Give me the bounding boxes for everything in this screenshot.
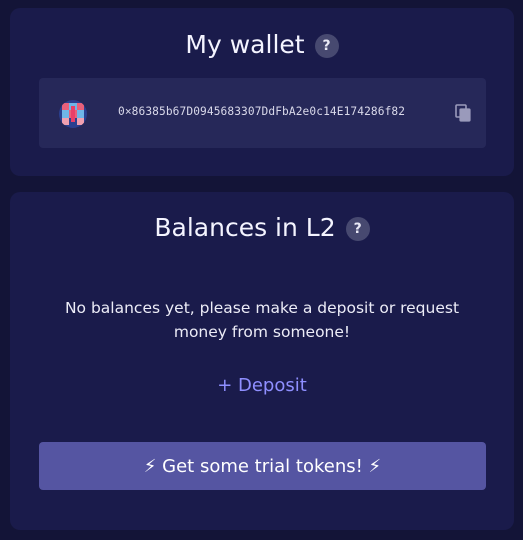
get-trial-tokens-button[interactable]: ⚡ Get some trial tokens! ⚡	[39, 442, 486, 490]
copy-icon[interactable]	[454, 104, 472, 122]
help-icon[interactable]: ?	[314, 33, 339, 58]
balances-card: Balances in L2 ? No balances yet, please…	[10, 192, 514, 530]
wallet-header: My wallet ?	[10, 26, 514, 62]
blockie-avatar-icon	[59, 100, 87, 128]
help-icon[interactable]: ?	[345, 216, 370, 241]
wallet-address-box: 0×86385b67D0945683307DdFbA2e0c14E174286f…	[39, 78, 486, 148]
wallet-card: My wallet ? 0×86385b67D0945683307DdFbA2e…	[10, 8, 514, 176]
wallet-title: My wallet	[185, 29, 305, 59]
deposit-link[interactable]: + Deposit	[10, 375, 514, 396]
balances-title: Balances in L2	[154, 212, 336, 242]
balances-header: Balances in L2 ?	[10, 208, 514, 246]
empty-balances-message: No balances yet, please make a deposit o…	[64, 299, 460, 341]
wallet-address: 0×86385b67D0945683307DdFbA2e0c14E174286f…	[118, 105, 406, 118]
